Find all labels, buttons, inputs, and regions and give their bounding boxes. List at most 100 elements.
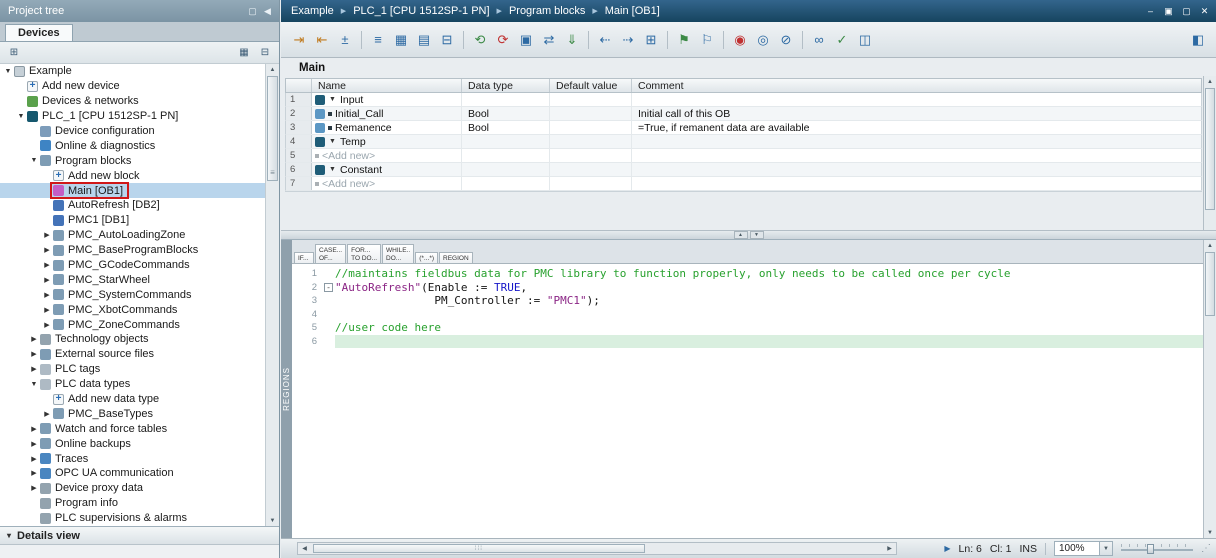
cell-name[interactable]: ▼Temp	[312, 135, 462, 148]
scroll-up-icon[interactable]: ▲	[1204, 76, 1216, 87]
snapshot-icon[interactable]: ▣	[516, 30, 536, 50]
column-header-data-type[interactable]: Data type	[462, 79, 550, 92]
close-button[interactable]: ✕	[1196, 3, 1213, 19]
cell-name[interactable]: ▼Input	[312, 93, 462, 106]
code-line[interactable]: 4	[292, 308, 1203, 322]
insert-row-icon[interactable]: ⇥	[289, 30, 309, 50]
tree-item[interactable]: ▶External source files	[0, 347, 266, 362]
copy-snapshots-icon[interactable]: ⇄	[539, 30, 559, 50]
snippet-tab[interactable]: CASE... OF...	[315, 244, 346, 263]
scroll-down-icon[interactable]: ▼	[266, 515, 279, 526]
breadcrumb-item[interactable]: Main [OB1]	[605, 5, 660, 17]
float-button[interactable]: ▢	[1178, 3, 1195, 19]
snippet-tab[interactable]: REGION	[439, 252, 473, 264]
expander-closed-icon[interactable]: ▶	[42, 291, 52, 299]
cell-default-value[interactable]	[550, 107, 632, 120]
expander-open-icon[interactable]: ▼	[16, 113, 26, 120]
cell-data-type[interactable]	[462, 149, 550, 162]
code-line[interactable]: 1//maintains fieldbus data for PMC libra…	[292, 267, 1203, 281]
snippet-tab[interactable]: FOR... TO DO...	[347, 244, 381, 263]
section-expander-icon[interactable]: ▼	[328, 166, 337, 173]
scroll-left-icon[interactable]: ◀	[298, 543, 311, 554]
tree-item[interactable]: ▶Technology objects	[0, 332, 266, 347]
expander-closed-icon[interactable]: ▶	[29, 425, 39, 433]
tree-item[interactable]: ▼PLC data types	[0, 377, 266, 392]
tree-item[interactable]: Devices & networks	[0, 94, 266, 109]
tree-item[interactable]: ▼Program blocks	[0, 153, 266, 168]
load-start-values-icon[interactable]: ⇓	[562, 30, 582, 50]
cell-comment[interactable]: Initial call of this OB	[632, 107, 1201, 120]
cell-comment[interactable]	[632, 149, 1201, 162]
cell-default-value[interactable]	[550, 135, 632, 148]
add-row-icon[interactable]: ⇤	[312, 30, 332, 50]
tree-item[interactable]: ▶PMC_XbotCommands	[0, 302, 266, 317]
enable-breakpoints-icon[interactable]: ◎	[753, 30, 773, 50]
snippet-tab[interactable]: (*...*)	[415, 252, 438, 264]
code-line[interactable]: 2-"AutoRefresh"(Enable := TRUE,	[292, 281, 1203, 295]
tree-item[interactable]: ▶PMC_StarWheel	[0, 272, 266, 287]
project-tree-scrollbar[interactable]: ▲ ≡ ▼	[265, 64, 279, 526]
code-line[interactable]: 3 PM_Controller := "PMC1");	[292, 294, 1203, 308]
tree-item[interactable]: Program info	[0, 496, 266, 511]
tree-item[interactable]: Main [OB1]	[0, 183, 266, 198]
tree-item[interactable]: ▶PMC_AutoLoadingZone	[0, 228, 266, 243]
scroll-down-icon[interactable]: ▼	[1204, 527, 1216, 538]
tree-item[interactable]: ▼PLC_1 [CPU 1512SP-1 PN]	[0, 109, 266, 124]
tree-item[interactable]: Device configuration	[0, 124, 266, 139]
scroll-right-icon[interactable]: ▶	[883, 543, 896, 554]
tree-item[interactable]: ▶PMC_BaseTypes	[0, 406, 266, 421]
snippet-tab[interactable]: IF...	[294, 252, 314, 264]
expander-closed-icon[interactable]: ▶	[42, 410, 52, 418]
tree-item[interactable]: +Add new device	[0, 79, 266, 94]
cell-comment[interactable]	[632, 177, 1201, 190]
code-editor[interactable]: 1//maintains fieldbus data for PMC libra…	[292, 264, 1203, 538]
table-row[interactable]: 5<Add new>	[285, 149, 1202, 163]
tree-item[interactable]: PLC supervisions & alarms	[0, 511, 266, 526]
table-row[interactable]: 3RemanenceBool=True, if remanent data ar…	[285, 121, 1202, 135]
collapse-down-button[interactable]: ▼	[750, 231, 764, 239]
expander-open-icon[interactable]: ▼	[29, 157, 39, 164]
cell-comment[interactable]	[632, 135, 1201, 148]
cell-default-value[interactable]	[550, 93, 632, 106]
code-line[interactable]: 6	[292, 335, 1203, 349]
auto-collapse-icon[interactable]: ▢	[245, 6, 260, 17]
cell-data-type[interactable]	[462, 135, 550, 148]
reset-start-values-icon[interactable]: ⟲	[470, 30, 490, 50]
expander-closed-icon[interactable]: ▶	[42, 306, 52, 314]
expander-closed-icon[interactable]: ▶	[29, 484, 39, 492]
update-block-calls-icon[interactable]: ⊞	[641, 30, 661, 50]
minimize-button[interactable]: –	[1142, 3, 1159, 19]
column-header-comment[interactable]: Comment	[632, 79, 1201, 92]
keep-actual-values-icon[interactable]: ⟳	[493, 30, 513, 50]
tree-item[interactable]: ▶Device proxy data	[0, 481, 266, 496]
expander-closed-icon[interactable]: ▶	[42, 276, 52, 284]
collapse-panel-icon[interactable]: ◀	[260, 6, 275, 17]
cell-name[interactable]: <Add new>	[312, 149, 462, 162]
breadcrumb-item[interactable]: PLC_1 [CPU 1512SP-1 PN]	[353, 5, 489, 17]
ladder-editor-icon[interactable]: ▦	[391, 30, 411, 50]
expander-closed-icon[interactable]: ▶	[29, 365, 39, 373]
network-comments-icon[interactable]: ▤	[414, 30, 434, 50]
code-scrollbar[interactable]: ▲ ▼	[1203, 240, 1216, 538]
sort-icon[interactable]: ⊞	[5, 45, 23, 61]
scroll-thumb[interactable]	[1205, 252, 1215, 316]
fold-toggle-icon[interactable]: -	[322, 283, 335, 292]
delete-breakpoints-icon[interactable]: ⊘	[776, 30, 796, 50]
tree-item[interactable]: ▶PMC_GCodeCommands	[0, 258, 266, 273]
bookmark-icon[interactable]: ⚑	[674, 30, 694, 50]
expander-open-icon[interactable]: ▼	[3, 68, 13, 75]
breadcrumb-item[interactable]: Program blocks	[509, 5, 585, 17]
scroll-up-icon[interactable]: ▲	[266, 64, 279, 75]
cell-comment[interactable]: =True, if remanent data are available	[632, 121, 1201, 134]
restore-button[interactable]: ▣	[1160, 3, 1177, 19]
table-scrollbar[interactable]: ▲ ▼	[1203, 76, 1216, 240]
scroll-thumb[interactable]: ⁞⁞⁞	[313, 544, 645, 553]
section-expander-icon[interactable]: ▼	[328, 96, 337, 103]
zoom-select[interactable]: 100% ▼	[1054, 541, 1113, 556]
expander-closed-icon[interactable]: ▶	[29, 440, 39, 448]
snippet-tab[interactable]: WHILE.. DO...	[382, 244, 414, 263]
split-window-icon[interactable]: ◫	[855, 30, 875, 50]
tree-item[interactable]: ▶Traces	[0, 451, 266, 466]
block-interface-toggle-icon[interactable]: ⊟	[437, 30, 457, 50]
expander-closed-icon[interactable]: ▶	[42, 261, 52, 269]
